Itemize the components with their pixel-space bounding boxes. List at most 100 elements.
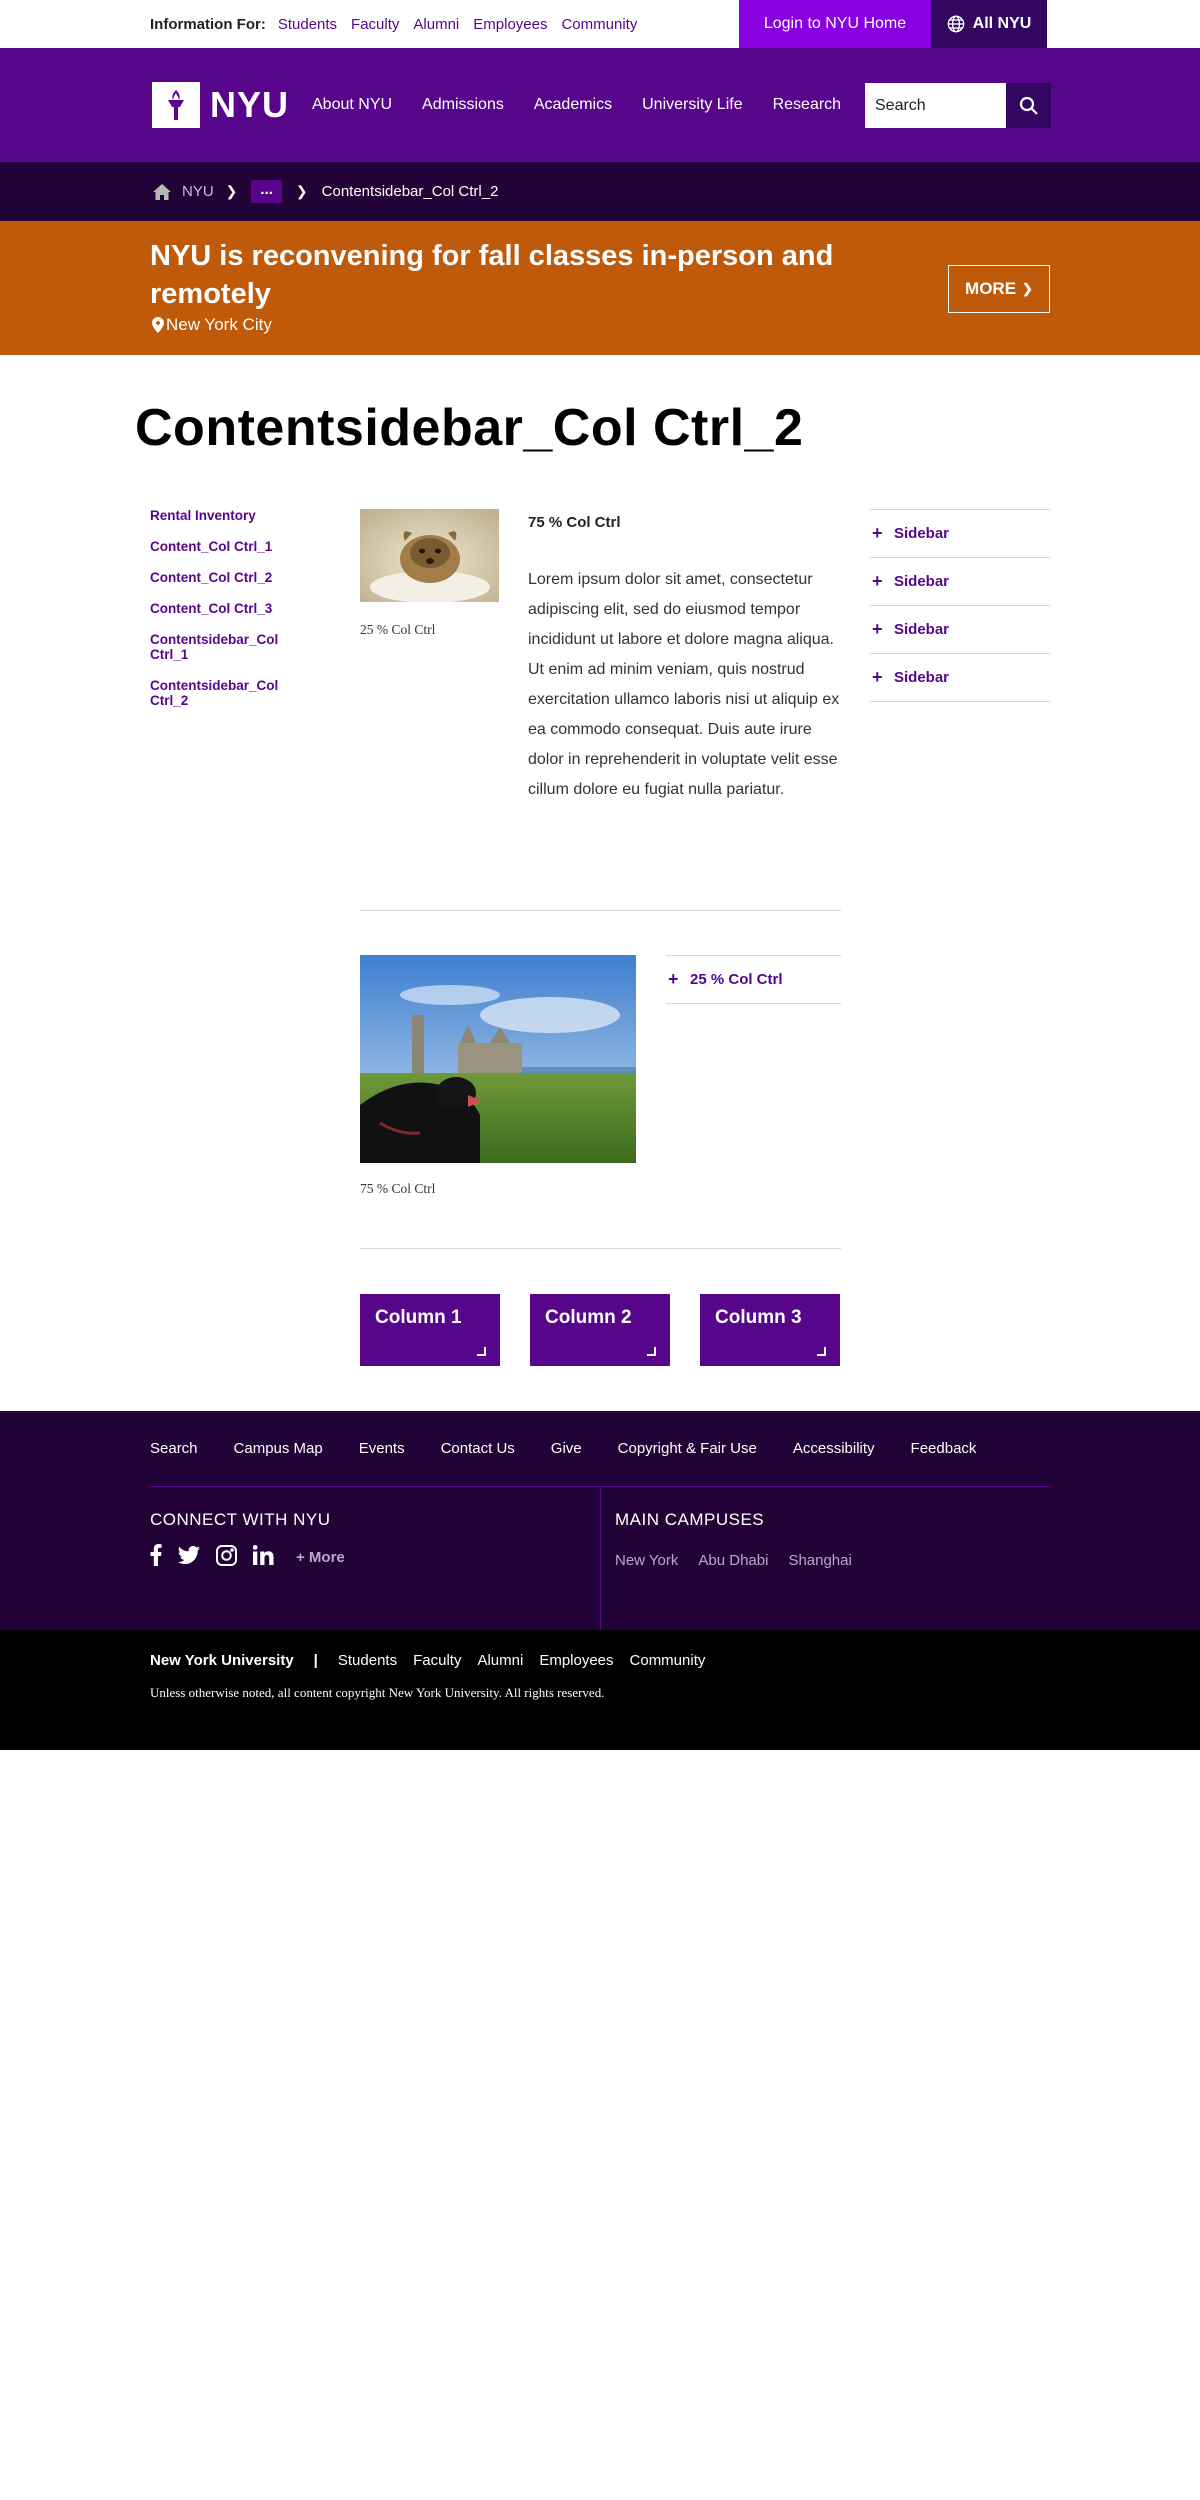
campuses-heading: MAIN CAMPUSES — [615, 1510, 765, 1529]
all-nyu-label: All NYU — [972, 15, 1032, 32]
bottom-link-alumni[interactable]: Alumni — [477, 1652, 523, 1669]
image-caption-75: 75 % Col Ctrl — [360, 1181, 436, 1196]
info-link-employees[interactable]: Employees — [473, 16, 547, 33]
nyu-logo[interactable]: NYU — [152, 82, 289, 128]
campus-link-shanghai[interactable]: Shanghai — [788, 1552, 851, 1569]
logo-wordmark: NYU — [210, 84, 290, 125]
twitter-icon[interactable] — [178, 1546, 200, 1569]
left-nav-item-content-col-ctrl-3[interactable]: Content_Col Ctrl_3 — [150, 601, 310, 616]
information-for: Information For: Students Faculty Alumni… — [150, 0, 651, 48]
footer-link-contact-us[interactable]: Contact Us — [441, 1440, 515, 1457]
search-button[interactable] — [1006, 83, 1051, 128]
search-input[interactable] — [865, 83, 1007, 128]
column-card-3[interactable]: Column 3 — [700, 1294, 840, 1366]
accordion-25-col-ctrl: + 25 % Col Ctrl — [666, 955, 841, 1004]
section-subhead-75: 75 % Col Ctrl — [528, 514, 621, 531]
sidebar-item-label: Sidebar — [894, 669, 950, 686]
breadcrumb-nyu[interactable]: NYU — [182, 183, 214, 200]
column-card-label: Column 3 — [715, 1307, 802, 1328]
left-nav-item-content-col-ctrl-2[interactable]: Content_Col Ctrl_2 — [150, 570, 310, 585]
info-link-faculty[interactable]: Faculty — [351, 16, 399, 33]
facebook-icon[interactable] — [150, 1544, 162, 1571]
instagram-icon[interactable] — [216, 1544, 237, 1571]
left-nav-item-rental-inventory[interactable]: Rental Inventory — [150, 508, 310, 523]
bottom-link-students[interactable]: Students — [338, 1652, 397, 1669]
footer-link-accessibility[interactable]: Accessibility — [793, 1440, 875, 1457]
home-icon — [153, 183, 171, 200]
plus-icon: + — [872, 571, 883, 591]
footer-link-search[interactable]: Search — [150, 1440, 198, 1457]
alert-more-button[interactable]: MORE ❯ — [948, 265, 1050, 313]
sidebar-item-label: Sidebar — [894, 573, 950, 590]
image-caption-25: 25 % Col Ctrl — [360, 622, 436, 637]
chevron-right-icon: ❯ — [1022, 281, 1033, 296]
breadcrumb-home[interactable] — [152, 183, 172, 201]
footer-link-feedback[interactable]: Feedback — [911, 1440, 977, 1457]
breadcrumb-trail: NYU ❯ ... ❯ Contentsidebar_Col Ctrl_2 — [152, 162, 498, 221]
social-links: + More — [150, 1544, 345, 1571]
bottom-link-employees[interactable]: Employees — [539, 1652, 613, 1669]
column-card-label: Column 2 — [545, 1307, 632, 1328]
left-nav-item-contentsidebar-col-ctrl-2[interactable]: Contentsidebar_Col Ctrl_2 — [150, 678, 310, 708]
more-label: MORE — [965, 279, 1017, 298]
left-nav: Rental Inventory Content_Col Ctrl_1 Cont… — [150, 508, 310, 724]
lorem-paragraph: Lorem ipsum dolor sit amet, consectetur … — [528, 571, 840, 798]
left-nav-item-content-col-ctrl-1[interactable]: Content_Col Ctrl_1 — [150, 539, 310, 554]
column-card-label: Column 1 — [375, 1307, 462, 1328]
campus-links: New York Abu Dhabi Shanghai — [615, 1552, 852, 1569]
social-more-link[interactable]: + More — [296, 1549, 345, 1566]
content-divider — [360, 910, 841, 911]
column-card-1[interactable]: Column 1 — [360, 1294, 500, 1366]
nav-admissions[interactable]: Admissions — [422, 96, 504, 114]
footer: Search Campus Map Events Contact Us Give… — [0, 1411, 1200, 1630]
chevron-right-icon: ❯ — [295, 183, 308, 199]
breadcrumb-ellipsis[interactable]: ... — [251, 180, 282, 203]
accordion-item-label: 25 % Col Ctrl — [690, 971, 783, 988]
nav-research[interactable]: Research — [773, 96, 841, 114]
bottom-bar: New York University | Students Faculty A… — [0, 1630, 1200, 1750]
footer-link-events[interactable]: Events — [359, 1440, 405, 1457]
plus-icon: + — [668, 969, 679, 989]
alert-location: New York City — [152, 315, 272, 335]
linkedin-icon[interactable] — [252, 1545, 274, 1570]
sidebar-item[interactable]: + Sidebar — [870, 558, 1050, 606]
column-card-2[interactable]: Column 2 — [530, 1294, 670, 1366]
footer-link-give[interactable]: Give — [551, 1440, 582, 1457]
globe-icon — [947, 15, 964, 33]
all-nyu-button[interactable]: All NYU — [931, 0, 1047, 48]
main-header: NYU About NYU Admissions Academics Unive… — [0, 48, 1200, 162]
sidebar-item-label: Sidebar — [894, 621, 950, 638]
copyright-notice: Unless otherwise noted, all content copy… — [150, 1685, 605, 1700]
location-pin-icon — [152, 317, 164, 333]
dog-photo-small — [360, 509, 499, 602]
campus-link-new-york[interactable]: New York — [615, 1552, 678, 1569]
campus-link-abu-dhabi[interactable]: Abu Dhabi — [698, 1552, 768, 1569]
plus-icon: + — [872, 667, 883, 687]
sidebar-item[interactable]: + Sidebar — [870, 654, 1050, 702]
info-link-students[interactable]: Students — [278, 16, 337, 33]
search-icon — [1019, 96, 1038, 115]
nav-about-nyu[interactable]: About NYU — [312, 96, 392, 114]
sidebar-item[interactable]: + Sidebar — [870, 606, 1050, 654]
corner-arrow-icon — [647, 1347, 656, 1356]
sidebar-item-label: Sidebar — [894, 525, 950, 542]
sidebar-item[interactable]: + Sidebar — [870, 510, 1050, 558]
plus-icon: + — [872, 523, 883, 543]
login-nyu-home-button[interactable]: Login to NYU Home — [739, 0, 931, 48]
info-link-alumni[interactable]: Alumni — [413, 16, 459, 33]
footer-link-copyright[interactable]: Copyright & Fair Use — [618, 1440, 757, 1457]
bottom-link-faculty[interactable]: Faculty — [413, 1652, 461, 1669]
nav-academics[interactable]: Academics — [534, 96, 612, 114]
nav-university-life[interactable]: University Life — [642, 96, 742, 114]
utility-bar: Information For: Students Faculty Alumni… — [0, 0, 1200, 48]
university-name: New York University — [150, 1652, 294, 1669]
alert-location-text: New York City — [166, 315, 272, 334]
left-nav-item-contentsidebar-col-ctrl-1[interactable]: Contentsidebar_Col Ctrl_1 — [150, 632, 310, 662]
torch-icon — [152, 82, 200, 128]
breadcrumb: NYU ❯ ... ❯ Contentsidebar_Col Ctrl_2 — [0, 162, 1200, 221]
accordion-item-25-col-ctrl[interactable]: + 25 % Col Ctrl — [666, 956, 841, 1004]
bottom-link-community[interactable]: Community — [630, 1652, 706, 1669]
info-link-community[interactable]: Community — [561, 16, 637, 33]
footer-link-campus-map[interactable]: Campus Map — [234, 1440, 323, 1457]
content-divider — [360, 1248, 841, 1249]
